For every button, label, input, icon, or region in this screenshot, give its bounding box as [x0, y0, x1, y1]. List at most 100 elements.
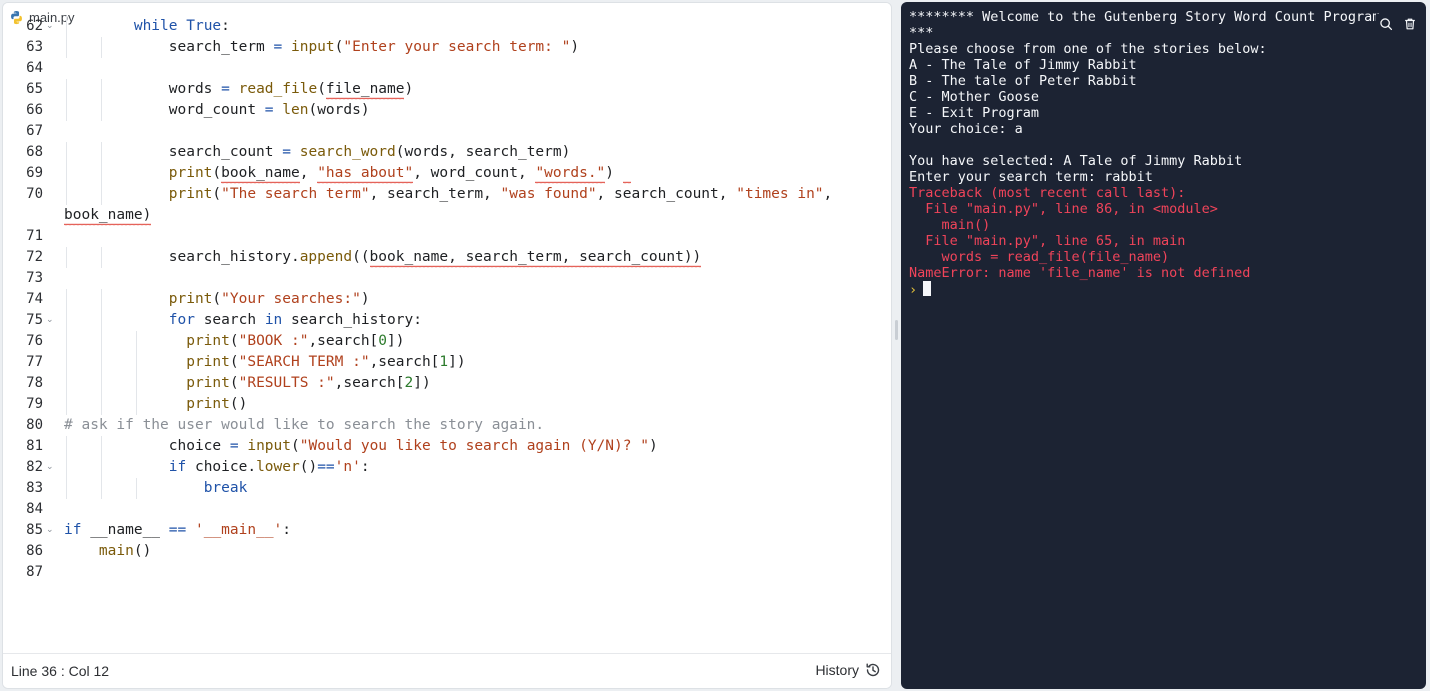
fold-chevron-icon[interactable]: ⌄: [46, 457, 56, 478]
code-line[interactable]: book_name): [3, 205, 891, 226]
line-number: 82: [26, 459, 43, 475]
code-area[interactable]: 62 ⌄ while True: 63 search_term = input("E…: [3, 16, 891, 646]
code-text: main(): [98, 543, 152, 559]
code-line[interactable]: 82 ⌄ if choice.lower()=='n':: [3, 457, 891, 478]
line-number: 68: [26, 144, 43, 160]
editor-status-bar: Line 36 : Col 12 History: [3, 653, 891, 688]
code-line[interactable]: 62 ⌄ while True:: [3, 16, 891, 37]
code-text: print(): [186, 396, 248, 412]
history-label: History: [815, 662, 859, 678]
console-clear-button[interactable]: [1400, 14, 1420, 34]
console-output-line: C - Mother Goose: [909, 89, 1040, 105]
line-number: 63: [26, 39, 43, 55]
console-toolbar: [1376, 14, 1420, 34]
code-line[interactable]: 86 main(): [3, 541, 891, 562]
cursor-position[interactable]: Line 36 : Col 12: [11, 663, 109, 679]
code-text: print("Your searches:"): [168, 291, 370, 307]
console-pane[interactable]: ******** Welcome to the Gutenberg Story …: [901, 2, 1426, 689]
console-output-line: B - The tale of Peter Rabbit: [909, 73, 1137, 89]
code-text: book_name): [64, 207, 152, 223]
line-number: 87: [26, 564, 43, 580]
trash-icon: [1405, 18, 1415, 30]
console-error-line: main(): [909, 217, 991, 233]
code-line[interactable]: 74 print("Your searches:"): [3, 289, 891, 310]
search-icon: [1380, 18, 1393, 31]
code-line[interactable]: 69 print(book_name, "has about", word_co…: [3, 163, 891, 184]
code-text: while True:: [133, 18, 230, 34]
code-line[interactable]: 65 words = read_file(file_name): [3, 79, 891, 100]
history-button[interactable]: History: [815, 662, 881, 678]
pane-resize-handle[interactable]: [895, 320, 898, 340]
code-text: print(book_name, "has about", word_count…: [168, 165, 615, 181]
code-text: search_history.append((book_name, search…: [64, 249, 702, 265]
line-number: 86: [26, 543, 43, 559]
console-prompt-icon: ›: [909, 282, 918, 298]
console-output-line: You have selected: A Tale of Jimmy Rabbi…: [909, 153, 1243, 169]
line-number: 79: [26, 396, 43, 412]
code-line[interactable]: 67: [3, 121, 891, 142]
code-line[interactable]: 71: [3, 226, 891, 247]
spell-check-underline: [622, 163, 632, 184]
code-text: word_count = len(words): [64, 102, 370, 118]
line-number: 76: [26, 333, 43, 349]
code-text: print("SEARCH TERM :",search[1]): [186, 354, 466, 370]
line-number: 67: [26, 123, 43, 139]
code-text: break: [203, 480, 248, 496]
code-line[interactable]: 83 break: [3, 478, 891, 499]
code-text: print("The search term", search_term, "w…: [168, 186, 833, 202]
line-number: 64: [26, 60, 43, 76]
line-number: 78: [26, 375, 43, 391]
code-line[interactable]: 72 search_history.append((book_name, sea…: [3, 247, 891, 268]
line-number: 85: [26, 522, 43, 538]
console-output-line: ***: [909, 25, 934, 41]
console-output-line: E - Exit Program: [909, 105, 1040, 121]
code-line[interactable]: 87: [3, 562, 891, 583]
line-number: 75: [26, 312, 43, 328]
code-line[interactable]: 80 # ask if the user would like to search…: [3, 415, 891, 436]
console-output-line: Your choice: a: [909, 121, 1023, 137]
line-number: 72: [26, 249, 43, 265]
console-input-line[interactable]: ›: [909, 281, 1418, 298]
console-error-line: words = read_file(file_name): [909, 249, 1170, 265]
line-number: 77: [26, 354, 43, 370]
code-text: print("RESULTS :",search[2]): [186, 375, 431, 391]
line-number: 70: [26, 186, 43, 202]
console-error-line: File "main.py", line 65, in main: [909, 233, 1186, 249]
code-line[interactable]: 66 word_count = len(words): [3, 100, 891, 121]
console-cursor: [923, 281, 932, 296]
line-number: 73: [26, 270, 43, 286]
code-text: # ask if the user would like to search t…: [64, 417, 545, 433]
code-line[interactable]: 77 print("SEARCH TERM :",search[1]): [3, 352, 891, 373]
code-line[interactable]: 70 print("The search term", search_term,…: [3, 184, 891, 205]
code-line[interactable]: 73: [3, 268, 891, 289]
fold-chevron-icon[interactable]: ⌄: [46, 520, 56, 541]
line-number: 74: [26, 291, 43, 307]
console-output-line: Enter your search term: rabbit: [909, 169, 1153, 185]
code-line[interactable]: 78 print("RESULTS :",search[2]): [3, 373, 891, 394]
code-line[interactable]: 63 search_term = input("Enter your searc…: [3, 37, 891, 58]
code-line[interactable]: 76 print("BOOK :",search[0]): [3, 331, 891, 352]
line-number: 84: [26, 501, 43, 517]
code-line[interactable]: 75 ⌄ for search in search_history:: [3, 310, 891, 331]
code-line[interactable]: 81 choice = input("Would you like to sea…: [3, 436, 891, 457]
code-line[interactable]: 85 ⌄ if __name__ == '__main__':: [3, 520, 891, 541]
fold-chevron-icon[interactable]: ⌄: [46, 16, 56, 37]
fold-chevron-icon[interactable]: ⌄: [46, 310, 56, 331]
code-line[interactable]: 84: [3, 499, 891, 520]
line-number: 83: [26, 480, 43, 496]
line-number: 66: [26, 102, 43, 118]
console-output-line: Please choose from one of the stories be…: [909, 41, 1267, 57]
code-line[interactable]: 79 print(): [3, 394, 891, 415]
history-icon: [866, 663, 880, 677]
line-number: 81: [26, 438, 43, 454]
code-text: for search in search_history:: [168, 312, 422, 328]
console-output-line: A - The Tale of Jimmy Rabbit: [909, 57, 1137, 73]
console-search-button[interactable]: [1376, 14, 1396, 34]
console-output: ******** Welcome to the Gutenberg Story …: [909, 9, 1418, 298]
line-number: 71: [26, 228, 43, 244]
code-line[interactable]: 64: [3, 58, 891, 79]
code-text: if __name__ == '__main__':: [64, 522, 292, 538]
code-editor-pane[interactable]: main.py 62 ⌄ while True: 63 search_term = …: [2, 2, 892, 689]
code-line[interactable]: 68 search_count = search_word(words, sea…: [3, 142, 891, 163]
console-error-line: File "main.py", line 86, in <module>: [909, 201, 1218, 217]
